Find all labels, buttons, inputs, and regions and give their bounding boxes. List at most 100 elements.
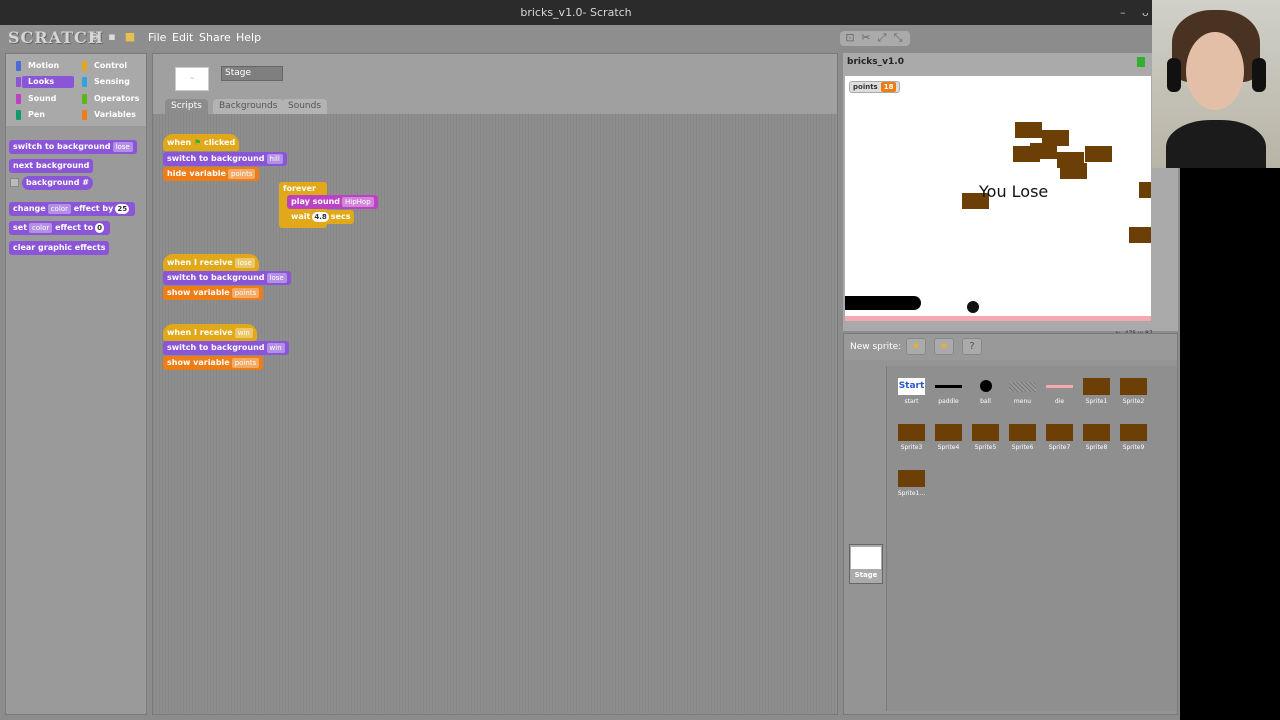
menu-bar: SCRATCH ⊕ ▪ ■ File Edit Share Help [0,25,840,51]
globe-icon[interactable]: ⊕ [88,31,100,43]
sprite-name-field[interactable]: Stage [221,66,283,81]
restore-icon[interactable]: ᴗ [1142,0,1149,25]
minimize-icon[interactable]: – [1120,0,1126,25]
stage-canvas[interactable]: points 18 You Lose [845,76,1151,321]
headset-left [1167,58,1181,92]
category-looks[interactable]: Looks [16,76,74,88]
sprite-sprite8[interactable]: Sprite8 [1078,420,1115,464]
category-sensing[interactable]: Sensing [82,76,140,88]
category-sound[interactable]: Sound [16,93,74,105]
sprite-sprite5[interactable]: Sprite5 [967,420,1004,464]
brick-sprite[interactable] [1030,143,1057,159]
project-title: bricks_v1.0 [847,57,904,67]
new-sprite-label: New sprite: [850,342,902,352]
block-palette: Motion Control Looks Sensing Sound Opera… [5,53,147,715]
window-title: bricks_v1.0- Scratch [520,6,632,19]
palette-change-effect-block[interactable]: change color effect by 25 [9,202,136,216]
tab-sounds[interactable]: Sounds [282,99,328,114]
hide-variable-block[interactable]: hide variable points [163,167,260,181]
sprite-start[interactable]: Start start [893,374,930,418]
points-watcher: points 18 [849,81,901,93]
stage-thumbnail[interactable]: Stage [849,544,883,584]
headset-right [1252,58,1266,92]
you-lose-message: You Lose [979,182,1049,201]
stamp-icon[interactable]: ⊡ [844,32,856,44]
scratch-app: SCRATCH ⊕ ▪ ■ File Edit Share Help ⊡ ✂ ⤢… [0,25,1180,720]
sprite-ball[interactable]: ball [967,374,1004,418]
category-pen[interactable]: Pen [16,109,74,121]
palette-clear-effects-block[interactable]: clear graphic effects [9,241,110,255]
category-operators[interactable]: Operators [82,93,140,105]
menu-file[interactable]: File [148,31,166,44]
brick-sprite[interactable] [1129,227,1151,243]
cut-icon[interactable]: ✂ [860,32,872,44]
die-line-sprite[interactable] [845,316,1151,321]
save-icon[interactable]: ▪ [106,31,118,43]
category-motion[interactable]: Motion [16,60,74,72]
menu-share[interactable]: Share [199,31,231,44]
menu-edit[interactable]: Edit [172,31,193,44]
show-variable-win-block[interactable]: show variable points [163,356,264,370]
palette-set-effect-block[interactable]: set color effect to 0 [9,221,110,235]
current-sprite-thumbnail: ~ [175,67,209,91]
sprite-sprite2[interactable]: Sprite2 [1115,374,1152,418]
window-titlebar: bricks_v1.0- Scratch [0,0,1152,25]
sprite-sprite6[interactable]: Sprite6 [1004,420,1041,464]
category-selector: Motion Control Looks Sensing Sound Opera… [6,54,146,126]
sprite-die[interactable]: die [1041,374,1078,418]
sprite-list: Start start paddle ball menu die Sprite1… [886,366,1177,711]
switch-background-block[interactable]: switch to background hill [163,152,287,166]
when-i-receive-win-hat[interactable]: when I receive win [163,324,257,341]
category-variables[interactable]: Variables [82,109,140,121]
sprite-sprite3[interactable]: Sprite3 [893,420,930,464]
sprite-sprite1[interactable]: Sprite1 [1078,374,1115,418]
sprite-menu[interactable]: menu [1004,374,1041,418]
surprise-sprite-button[interactable]: ? [962,338,982,355]
palette-background-number-block[interactable]: background # [22,176,93,190]
stage-area: bricks_v1.0 points 18 You Lose [843,53,1178,331]
paddle-sprite[interactable] [845,296,921,310]
start-thumb: Start [898,378,925,395]
when-i-receive-lose-hat[interactable]: when I receive lose [163,254,259,271]
grow-icon[interactable]: ⤢ [876,32,888,44]
play-sound-block[interactable]: play sound HipHop [287,195,378,209]
brick-sprite[interactable] [1060,163,1087,179]
webcam-body [1166,120,1266,168]
sprite-sprite10[interactable]: Sprite1... [893,466,930,510]
green-flag-icon: ⚑ [194,138,202,147]
sprite-info-header: ~ Stage Scripts Backgrounds Sounds [153,54,837,114]
menu-help[interactable]: Help [236,31,261,44]
webcam-face [1186,32,1244,110]
brick-sprite[interactable] [1085,146,1112,162]
paint-sprite-button[interactable]: ★ [906,338,926,355]
new-sprite-bar: New sprite: ★ ★ ? [844,334,1177,360]
green-flag-icon[interactable] [1137,57,1145,67]
stage-toolbar: ⊡ ✂ ⤢ ⤡ [840,31,910,46]
tab-scripts[interactable]: Scripts [165,99,208,114]
ball-sprite[interactable] [967,301,979,313]
sprite-sprite7[interactable]: Sprite7 [1041,420,1078,464]
brick-sprite[interactable] [1139,182,1151,198]
scripts-panel: ~ Stage Scripts Backgrounds Sounds when … [152,53,838,715]
choose-sprite-button[interactable]: ★ [934,338,954,355]
sprite-panel: New sprite: ★ ★ ? Stage Start start padd… [843,333,1178,715]
shrink-icon[interactable]: ⤡ [892,32,904,44]
sprite-paddle[interactable]: paddle [930,374,967,418]
when-flag-clicked-hat[interactable]: when ⚑ clicked [163,134,240,151]
category-control[interactable]: Control [82,60,140,72]
share-icon[interactable]: ■ [124,31,136,43]
switch-background-lose-block[interactable]: switch to background lose [163,271,291,285]
show-variable-block[interactable]: show variable points [163,286,264,300]
wait-block[interactable]: wait 4.8 secs [287,210,355,224]
palette-switch-background-block[interactable]: switch to background lose [9,140,137,154]
sprite-sprite9[interactable]: Sprite9 [1115,420,1152,464]
webcam-overlay [1152,0,1280,168]
brick-sprite[interactable] [1015,122,1042,138]
script-canvas[interactable]: when ⚑ clicked switch to background hill … [153,114,837,714]
palette-next-background-block[interactable]: next background [9,159,94,173]
stage-thumb-image [851,547,881,569]
sprite-sprite4[interactable]: Sprite4 [930,420,967,464]
background-number-checkbox[interactable] [10,178,19,187]
tab-backgrounds[interactable]: Backgrounds [213,99,284,114]
switch-background-win-block[interactable]: switch to background win [163,341,289,355]
